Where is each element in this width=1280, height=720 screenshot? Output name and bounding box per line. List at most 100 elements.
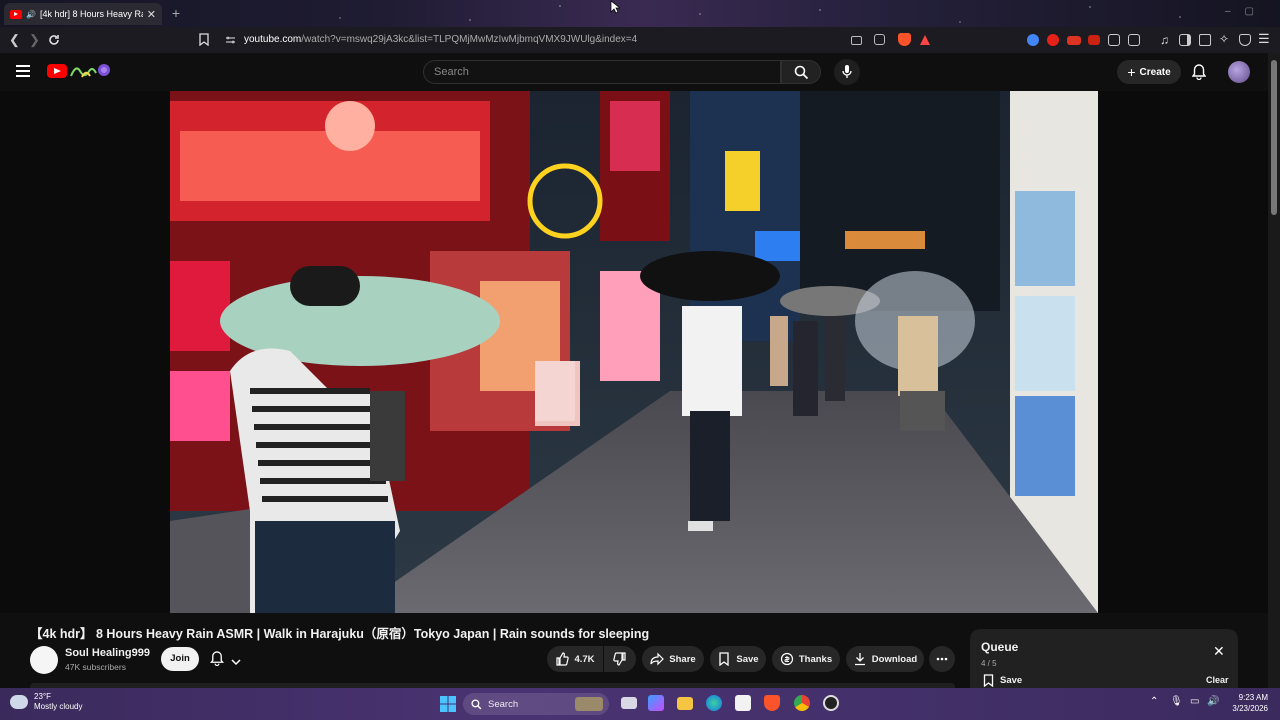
back-icon[interactable]: ❮: [9, 32, 20, 48]
taskbar-search-box[interactable]: Search: [463, 693, 609, 715]
copilot-icon[interactable]: [648, 695, 664, 711]
site-info-icon[interactable]: [225, 35, 236, 45]
microsoft-store-icon[interactable]: [735, 695, 751, 711]
url-host: youtube.com: [244, 34, 302, 45]
youtube-logo-icon[interactable]: [47, 64, 67, 78]
microphone-icon: [842, 65, 852, 78]
save-button[interactable]: Save: [710, 646, 766, 672]
channel-name[interactable]: Soul Healing999: [65, 647, 150, 659]
vpn-shield-icon[interactable]: [1239, 34, 1251, 46]
extension-puzzle-icon[interactable]: [1108, 34, 1120, 46]
create-button[interactable]: + Create: [1117, 60, 1181, 84]
system-clock[interactable]: 9:23 AM 3/23/2026: [1224, 692, 1268, 714]
thumbs-down-icon: [613, 652, 626, 666]
save-label: Save: [736, 653, 759, 665]
tray-microphone-icon[interactable]: 🎙: [1170, 696, 1183, 707]
browser-tab-active[interactable]: 🔊 [4k hdr] 8 Hours Heavy Rain ✕: [4, 3, 162, 25]
share-page-icon[interactable]: [874, 34, 885, 45]
extension-red-icon[interactable]: [1067, 36, 1081, 45]
weather-widget[interactable]: 23°F Mostly cloudy: [10, 692, 82, 712]
subscriber-count: 47K subscribers: [65, 662, 126, 672]
extension-yt-tool-icon[interactable]: [1088, 35, 1100, 45]
brave-shields-icon[interactable]: [898, 33, 911, 46]
download-button[interactable]: Download: [846, 646, 924, 672]
search-icon: [794, 65, 809, 80]
video-frame[interactable]: [170, 91, 1098, 613]
download-label: Download: [871, 653, 918, 665]
subscription-bell-button[interactable]: [210, 651, 241, 669]
tab-close-icon[interactable]: ✕: [147, 8, 156, 21]
edge-browser-icon[interactable]: [706, 695, 722, 711]
search-input[interactable]: Search: [423, 60, 781, 84]
download-icon: [854, 653, 865, 666]
search-highlight-image: [575, 697, 603, 711]
more-horizontal-icon: [936, 657, 948, 661]
voice-search-button[interactable]: [834, 59, 860, 85]
taskbar-search-icon: [471, 698, 482, 709]
queue-clear-button[interactable]: Clear: [1206, 675, 1229, 685]
queue-save-button[interactable]: Save: [983, 674, 1022, 687]
join-button[interactable]: Join: [161, 647, 199, 671]
browser-address-bar: ❮ ❯ youtube.com/watch?v=mswq29jA3kc&list…: [0, 27, 1280, 53]
extension-translate-icon[interactable]: [1027, 34, 1039, 46]
url-field[interactable]: youtube.com/watch?v=mswq29jA3kc&list=TLP…: [192, 30, 962, 50]
cast-icon[interactable]: [851, 36, 862, 45]
save-icon: [719, 652, 730, 666]
queue-close-icon[interactable]: ✕: [1213, 643, 1225, 660]
search-button[interactable]: [781, 60, 821, 84]
youtube-masthead: Search + Create: [0, 53, 1280, 91]
subscription-bell-icon: [210, 651, 224, 667]
new-tab-button[interactable]: +: [168, 6, 184, 22]
thanks-button[interactable]: Thanks: [772, 646, 840, 672]
weather-temperature: 23°F: [34, 692, 51, 701]
queue-save-label: Save: [1000, 675, 1023, 686]
account-avatar[interactable]: [1228, 61, 1250, 83]
mouse-cursor-icon: [610, 0, 620, 14]
chevron-down-icon: [231, 659, 241, 666]
brave-rewards-icon[interactable]: [920, 35, 930, 45]
thumbs-up-icon: [556, 652, 570, 666]
leo-ai-icon[interactable]: ✧: [1219, 32, 1229, 46]
like-button[interactable]: 4.7K: [547, 646, 603, 672]
windows-start-icon[interactable]: [440, 696, 456, 712]
window-controls[interactable]: –▢: [1225, 6, 1268, 17]
queue-title: Queue: [981, 640, 1019, 654]
channel-avatar[interactable]: [30, 646, 58, 674]
notifications-bell-icon[interactable]: [1192, 64, 1206, 80]
thanks-icon: [780, 652, 793, 666]
queue-panel: Queue 4 / 5 ✕ Save Clear: [970, 629, 1238, 691]
more-actions-button[interactable]: [929, 646, 955, 672]
chrome-taskbar-icon[interactable]: [794, 695, 810, 711]
share-button[interactable]: Share: [642, 646, 704, 672]
video-scene-rainy-street: [170, 91, 1098, 613]
youtube-doodle-logo[interactable]: [68, 61, 110, 81]
page-scrollbar-thumb[interactable]: [1271, 60, 1277, 215]
browser-tab-bar: 🔊 [4k hdr] 8 Hours Heavy Rain ✕ + –▢: [0, 0, 1280, 27]
file-explorer-icon[interactable]: [677, 697, 693, 710]
obs-taskbar-icon[interactable]: [823, 695, 839, 711]
wallet-icon[interactable]: [1199, 34, 1211, 46]
taskbar-search-label: Search: [488, 698, 519, 710]
thanks-label: Thanks: [798, 653, 833, 665]
sidebar-icon[interactable]: [1179, 34, 1191, 46]
extension-youtube-icon[interactable]: [1047, 34, 1059, 46]
reload-icon[interactable]: [47, 33, 61, 47]
queue-save-icon: [983, 674, 994, 687]
forward-icon[interactable]: ❯: [29, 32, 40, 48]
video-player[interactable]: [0, 91, 1268, 613]
share-label: Share: [669, 653, 696, 665]
brave-taskbar-icon[interactable]: [764, 695, 780, 711]
url-text: youtube.com/watch?v=mswq29jA3kc&list=TLP…: [244, 34, 637, 45]
browser-menu-icon[interactable]: ☰: [1258, 31, 1270, 47]
tray-volume-icon[interactable]: 🔊: [1207, 696, 1219, 707]
tray-overflow-icon[interactable]: ⌃: [1150, 696, 1158, 707]
audio-playing-icon[interactable]: 🔊: [26, 10, 36, 19]
task-view-icon[interactable]: [621, 697, 637, 709]
extension-capture-icon[interactable]: [1128, 34, 1140, 46]
media-controls-icon[interactable]: ♫: [1160, 33, 1169, 47]
dislike-button[interactable]: [604, 646, 636, 672]
tray-network-icon[interactable]: ▭: [1190, 696, 1199, 707]
url-path: /watch?v=mswq29jA3kc&list=TLPQMjMwMzIwMj…: [301, 34, 638, 45]
guide-menu-icon[interactable]: [16, 65, 30, 77]
share-icon: [650, 652, 665, 666]
